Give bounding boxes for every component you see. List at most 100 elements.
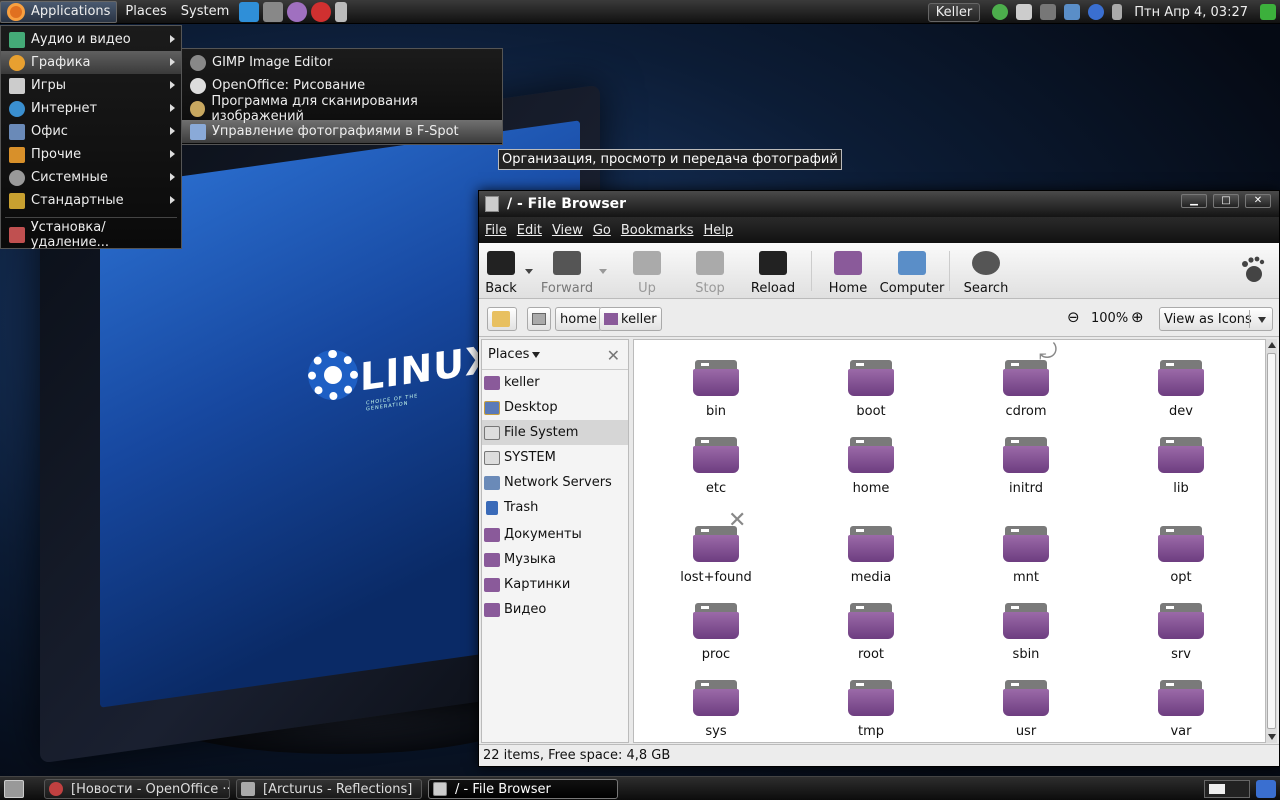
show-desktop-icon[interactable]: [4, 780, 24, 798]
zoom-out-icon[interactable]: ⊖: [1067, 308, 1080, 326]
task-button-music-player[interactable]: [Arcturus - Reflections]: [236, 779, 422, 799]
menu-view[interactable]: View: [552, 223, 583, 238]
folder-item[interactable]: bin: [656, 360, 776, 419]
close-sidebar-icon[interactable]: ✕: [607, 346, 620, 365]
zoom-level[interactable]: 100%: [1091, 311, 1128, 326]
sidebar-item-network-servers[interactable]: Network Servers: [482, 470, 628, 495]
folder-item[interactable]: dev: [1121, 360, 1241, 419]
task-button-file-browser[interactable]: / - File Browser: [428, 779, 618, 799]
back-history-dropdown[interactable]: [525, 269, 533, 274]
window-menu-icon[interactable]: [485, 196, 499, 212]
crumb-root-button[interactable]: [527, 307, 551, 331]
computer-button[interactable]: Computer: [879, 251, 945, 296]
folder-item[interactable]: cdrom: [966, 360, 1086, 419]
sidebar-bookmark-documents[interactable]: Документы: [482, 522, 628, 547]
device-launcher-icon[interactable]: [335, 1, 348, 22]
places-menu[interactable]: Places: [119, 1, 172, 23]
menu-item-accessories[interactable]: Стандартные: [1, 189, 181, 212]
folder-item[interactable]: lost+found: [656, 526, 776, 585]
user-switcher-button[interactable]: Keller: [927, 2, 981, 22]
status-online-icon[interactable]: [992, 4, 1009, 20]
media-launcher-icon[interactable]: [311, 1, 332, 22]
submenu-item-gimp[interactable]: GIMP Image Editor: [182, 51, 502, 74]
task-button-openoffice[interactable]: [Новости - OpenOffice ···: [44, 779, 230, 799]
stop-button[interactable]: Stop: [680, 251, 740, 296]
search-button[interactable]: Search: [956, 251, 1016, 296]
view-mode-select[interactable]: View as Icons: [1159, 307, 1273, 331]
folder-item[interactable]: sbin: [966, 603, 1086, 662]
devices-icon[interactable]: [1040, 4, 1057, 20]
menu-edit[interactable]: Edit: [517, 223, 542, 238]
forward-button[interactable]: Forward: [537, 251, 597, 296]
home-button[interactable]: Home: [818, 251, 878, 296]
folder-item[interactable]: initrd: [966, 437, 1086, 496]
menu-item-add-remove[interactable]: Установка/удаление...: [1, 220, 181, 250]
up-button[interactable]: Up: [617, 251, 677, 296]
crumb-keller-button[interactable]: keller: [599, 307, 662, 331]
menu-item-system[interactable]: Системные: [1, 166, 181, 189]
window-titlebar[interactable]: / - File Browser ▁ □ ✕: [479, 191, 1279, 217]
clock[interactable]: Птн Апр 4, 03:27: [1134, 5, 1248, 20]
folder-item[interactable]: etc: [656, 437, 776, 496]
close-button[interactable]: ✕: [1245, 194, 1271, 208]
system-menu[interactable]: System: [175, 1, 235, 23]
vertical-scrollbar[interactable]: [1265, 339, 1277, 743]
menu-item-audio-video[interactable]: Аудио и видео: [1, 28, 181, 51]
folder-item[interactable]: mnt: [966, 526, 1086, 585]
folder-item[interactable]: usr: [966, 680, 1086, 739]
folder-item[interactable]: root: [811, 603, 931, 662]
folder-item[interactable]: sys: [656, 680, 776, 739]
minimize-button[interactable]: ▁: [1181, 194, 1207, 208]
scroll-down-icon[interactable]: [1268, 734, 1276, 740]
trash-applet-icon[interactable]: [1256, 780, 1276, 798]
location-toggle-button[interactable]: [487, 307, 517, 331]
folder-item[interactable]: tmp: [811, 680, 931, 739]
logout-icon[interactable]: [1260, 4, 1276, 20]
scrollbar-thumb[interactable]: [1267, 353, 1276, 729]
sidebar-item-file-system[interactable]: File System: [482, 420, 628, 445]
forward-history-dropdown[interactable]: [599, 269, 607, 274]
volume-icon[interactable]: [1112, 4, 1123, 20]
bluetooth-icon[interactable]: [1088, 4, 1105, 20]
zoom-in-icon[interactable]: ⊕: [1131, 308, 1144, 326]
menu-item-games[interactable]: Игры: [1, 74, 181, 97]
crumb-home-button[interactable]: home: [555, 307, 602, 331]
menu-item-office[interactable]: Офис: [1, 120, 181, 143]
applications-menu[interactable]: Applications: [0, 0, 118, 23]
menu-go[interactable]: Go: [593, 223, 611, 238]
sidebar-bookmark-pictures[interactable]: Картинки: [482, 572, 628, 597]
sidebar-bookmark-videos[interactable]: Видео: [482, 597, 628, 622]
kde-launcher-icon[interactable]: [239, 1, 260, 22]
folder-item[interactable]: proc: [656, 603, 776, 662]
folder-item[interactable]: var: [1121, 680, 1241, 739]
folder-item[interactable]: home: [811, 437, 931, 496]
menu-file[interactable]: File: [485, 223, 507, 238]
network-icon[interactable]: [1064, 4, 1081, 20]
back-button[interactable]: Back: [471, 251, 531, 296]
sidebar-item-trash[interactable]: Trash: [482, 495, 628, 520]
folder-item[interactable]: srv: [1121, 603, 1241, 662]
submenu-item-f-spot[interactable]: Управление фотографиями в F-Spot: [182, 120, 502, 143]
folder-item[interactable]: boot: [811, 360, 931, 419]
storage-icon[interactable]: [1016, 4, 1033, 20]
folder-item[interactable]: opt: [1121, 526, 1241, 585]
reload-button[interactable]: Reload: [743, 251, 803, 296]
folder-item[interactable]: media: [811, 526, 931, 585]
pidgin-launcher-icon[interactable]: [287, 1, 308, 22]
workspace-1[interactable]: [1209, 784, 1225, 794]
maximize-button[interactable]: □: [1213, 194, 1239, 208]
menu-help[interactable]: Help: [703, 223, 733, 238]
menu-bookmarks[interactable]: Bookmarks: [621, 223, 694, 238]
sidebar-item-keller[interactable]: keller: [482, 370, 628, 395]
menu-item-other[interactable]: Прочие: [1, 143, 181, 166]
sidebar-item-system[interactable]: SYSTEM: [482, 445, 628, 470]
menu-item-internet[interactable]: Интернет: [1, 97, 181, 120]
terminal-launcher-icon[interactable]: [263, 1, 284, 22]
workspace-switcher[interactable]: [1204, 780, 1250, 798]
menu-item-graphics[interactable]: Графика: [1, 51, 181, 74]
submenu-item-scanner[interactable]: Программа для сканирования изображений: [182, 94, 502, 124]
sidebar-bookmark-music[interactable]: Музыка: [482, 547, 628, 572]
scroll-up-icon[interactable]: [1268, 342, 1276, 348]
sidebar-item-desktop[interactable]: Desktop: [482, 395, 628, 420]
folder-item[interactable]: lib: [1121, 437, 1241, 496]
